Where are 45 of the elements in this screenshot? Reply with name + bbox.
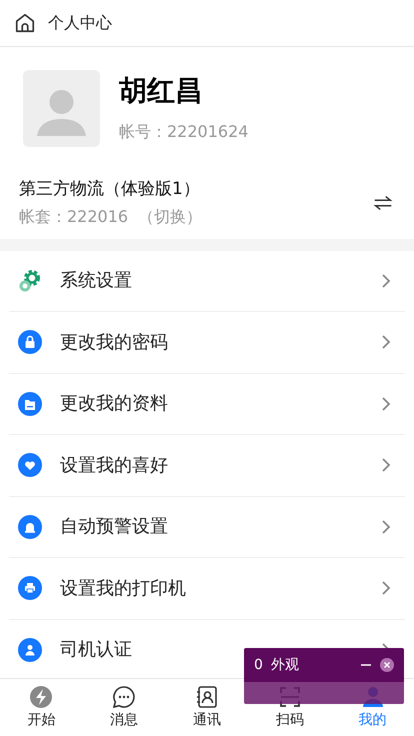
menu-item[interactable]: 更改我的资料: [9, 374, 405, 435]
menu-item[interactable]: 自动预警设置: [9, 496, 405, 558]
panel-count: 0: [254, 656, 263, 674]
chevron-icon: [381, 334, 391, 350]
book-number: 帐套：222016: [19, 206, 128, 228]
chat-icon: [112, 684, 136, 708]
contacts-icon: [194, 684, 219, 708]
chevron-icon: [381, 457, 391, 474]
menu-label: 更改我的密码: [60, 330, 169, 355]
printer-icon: [18, 576, 42, 600]
menu-item[interactable]: 设置我的打印机: [9, 558, 405, 620]
tab-label: 通讯: [192, 710, 221, 730]
menu-label: 更改我的资料: [60, 392, 169, 416]
menu-item[interactable]: 更改我的密码: [9, 312, 405, 374]
tab-label: 开始: [27, 710, 56, 730]
lock-icon: [18, 330, 42, 354]
menu-label: 设置我的喜好: [60, 454, 169, 478]
menu-item[interactable]: 设置我的喜好: [9, 435, 405, 496]
tab[interactable]: 开始: [0, 679, 83, 736]
account-number: 帐号：22201624: [119, 121, 248, 143]
chevron-icon: [381, 580, 391, 596]
menu-label: 自动预警设置: [60, 515, 169, 540]
menu-label: 司机认证: [60, 638, 133, 662]
menu-label: 系统设置: [60, 269, 133, 294]
alarm-icon: [18, 514, 42, 539]
bolt-icon: [29, 684, 54, 708]
menu-label: 设置我的打印机: [60, 576, 187, 601]
folder-icon: [18, 392, 42, 416]
company-name: 第三方物流（体验版1）: [19, 178, 201, 201]
tab[interactable]: 通讯: [166, 679, 248, 736]
chevron-icon: [381, 518, 391, 535]
menu-item[interactable]: 系统设置: [9, 250, 405, 312]
close-icon[interactable]: [380, 658, 394, 672]
panel-label: 外观: [270, 656, 300, 674]
chevron-icon: [381, 396, 391, 412]
page-title: 个人中心: [48, 12, 112, 34]
chevron-icon: [381, 272, 391, 289]
tab-label: 我的: [358, 710, 387, 730]
gear-icon: [18, 268, 42, 293]
user-name: 胡红昌: [119, 73, 204, 108]
tab[interactable]: 消息: [82, 679, 166, 736]
driver-icon: [18, 638, 42, 662]
tab-label: 扫码: [276, 710, 304, 730]
tab-label: 消息: [110, 710, 138, 730]
home-icon[interactable]: [14, 12, 36, 34]
